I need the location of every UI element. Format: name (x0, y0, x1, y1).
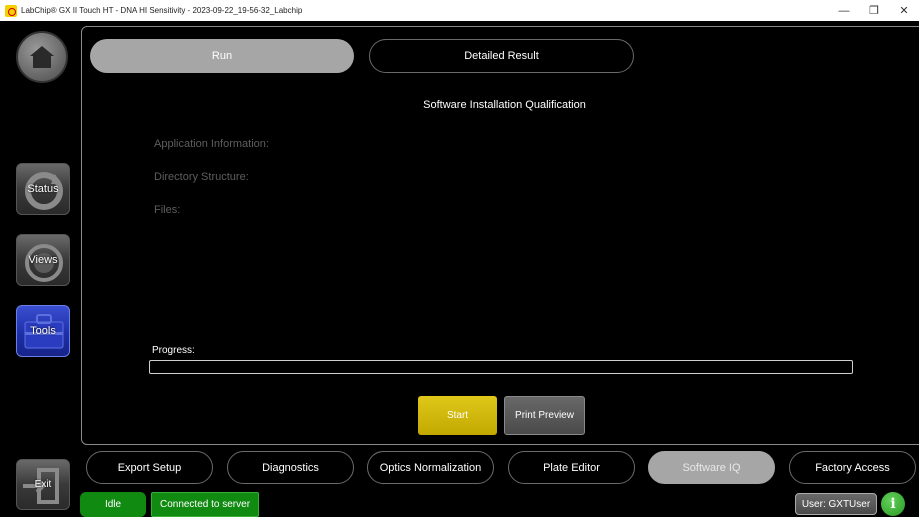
tab-software-iq[interactable]: Software IQ (648, 451, 775, 484)
sidebar-item-label: Tools (30, 325, 56, 337)
start-button[interactable]: Start (418, 396, 497, 435)
sidebar-item-status[interactable]: Status (16, 163, 70, 215)
exit-label: Exit (34, 479, 52, 490)
window-controls: — ❐ ✕ (829, 0, 919, 21)
connection-status: Connected to server (151, 492, 259, 517)
sidebar-item-tools[interactable]: Tools (16, 305, 70, 357)
directory-structure-label: Directory Structure: (154, 171, 249, 183)
title-bar: LabChip® GX II Touch HT - DNA HI Sensiti… (0, 0, 919, 21)
sidebar-item-label: Status (27, 183, 59, 195)
minimize-button[interactable]: — (829, 0, 859, 21)
left-sidebar: Status Views Tools (0, 21, 80, 517)
app-logo-icon (5, 4, 17, 17)
progress-label: Progress: (152, 345, 195, 356)
tab-factory-access[interactable]: Factory Access (789, 451, 916, 484)
tab-detailed-result[interactable]: Detailed Result (369, 39, 634, 73)
window-title: LabChip® GX II Touch HT - DNA HI Sensiti… (21, 6, 303, 15)
status-badge: Idle (80, 492, 146, 517)
sidebar-item-views[interactable]: Views (16, 234, 70, 286)
home-button[interactable] (16, 31, 68, 83)
sidebar-item-label: Views (28, 254, 58, 266)
exit-button[interactable]: Exit (16, 459, 70, 510)
tab-plate-editor[interactable]: Plate Editor (508, 451, 635, 484)
tab-diagnostics[interactable]: Diagnostics (227, 451, 354, 484)
close-button[interactable]: ✕ (889, 0, 919, 21)
tab-optics-normalization[interactable]: Optics Normalization (367, 451, 494, 484)
tab-export-setup[interactable]: Export Setup (86, 451, 213, 484)
print-preview-button[interactable]: Print Preview (504, 396, 585, 435)
files-label: Files: (154, 204, 181, 216)
restore-button[interactable]: ❐ (859, 0, 889, 21)
progress-bar (149, 360, 853, 374)
home-icon (30, 46, 54, 68)
page-title: Software Installation Qualification (423, 99, 586, 111)
main-panel: Run Detailed Result Software Installatio… (81, 26, 919, 445)
application-information-label: Application Information: (154, 138, 269, 150)
tab-run[interactable]: Run (90, 39, 354, 73)
info-icon[interactable]: i (881, 492, 905, 516)
user-badge[interactable]: User: GXTUser (795, 493, 877, 515)
